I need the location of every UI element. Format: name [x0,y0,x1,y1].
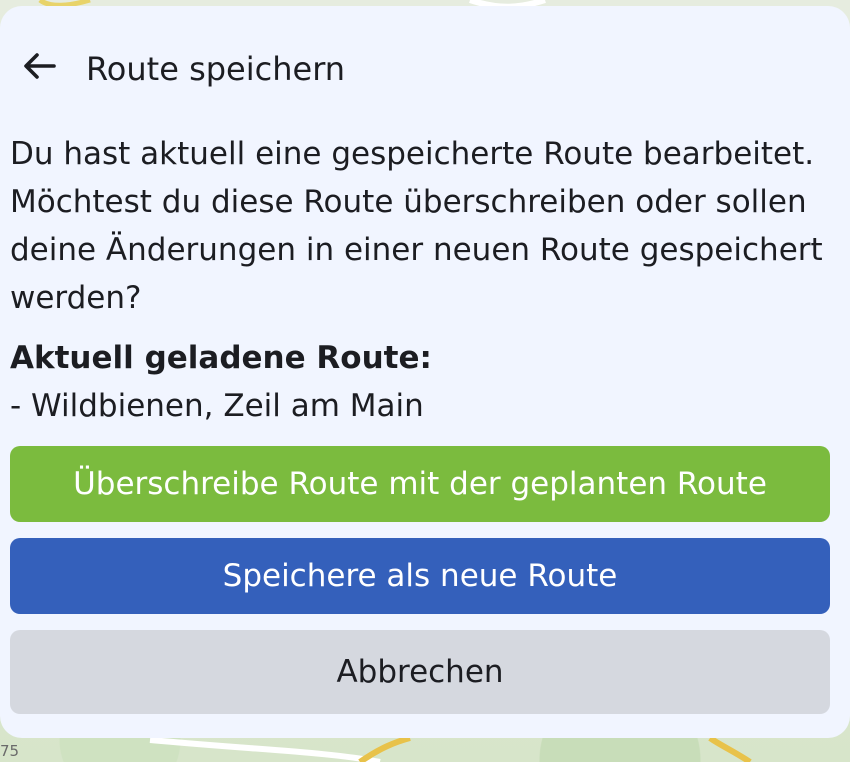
cancel-label: Abbrechen [336,654,504,690]
overwrite-route-label: Überschreibe Route mit der geplanten Rou… [73,466,767,502]
loaded-route-name: - Wildbienen, Zeil am Main [10,388,424,424]
map-label: 75 [0,742,20,760]
dialog-message: Du hast aktuell eine gespeicherte Route … [10,136,823,316]
cancel-button[interactable]: Abbrechen [10,630,830,714]
overwrite-route-button[interactable]: Überschreibe Route mit der geplanten Rou… [10,446,830,522]
dialog-header: Route speichern [0,36,850,96]
dialog-title: Route speichern [86,50,346,88]
back-button[interactable] [16,48,64,84]
arrow-left-icon [24,53,56,79]
loaded-route-label: Aktuell geladene Route: [10,340,432,376]
save-new-route-button[interactable]: Speichere als neue Route [10,538,830,614]
save-new-route-label: Speichere als neue Route [222,558,618,594]
save-route-dialog: Route speichern Du hast aktuell eine ges… [0,6,850,738]
